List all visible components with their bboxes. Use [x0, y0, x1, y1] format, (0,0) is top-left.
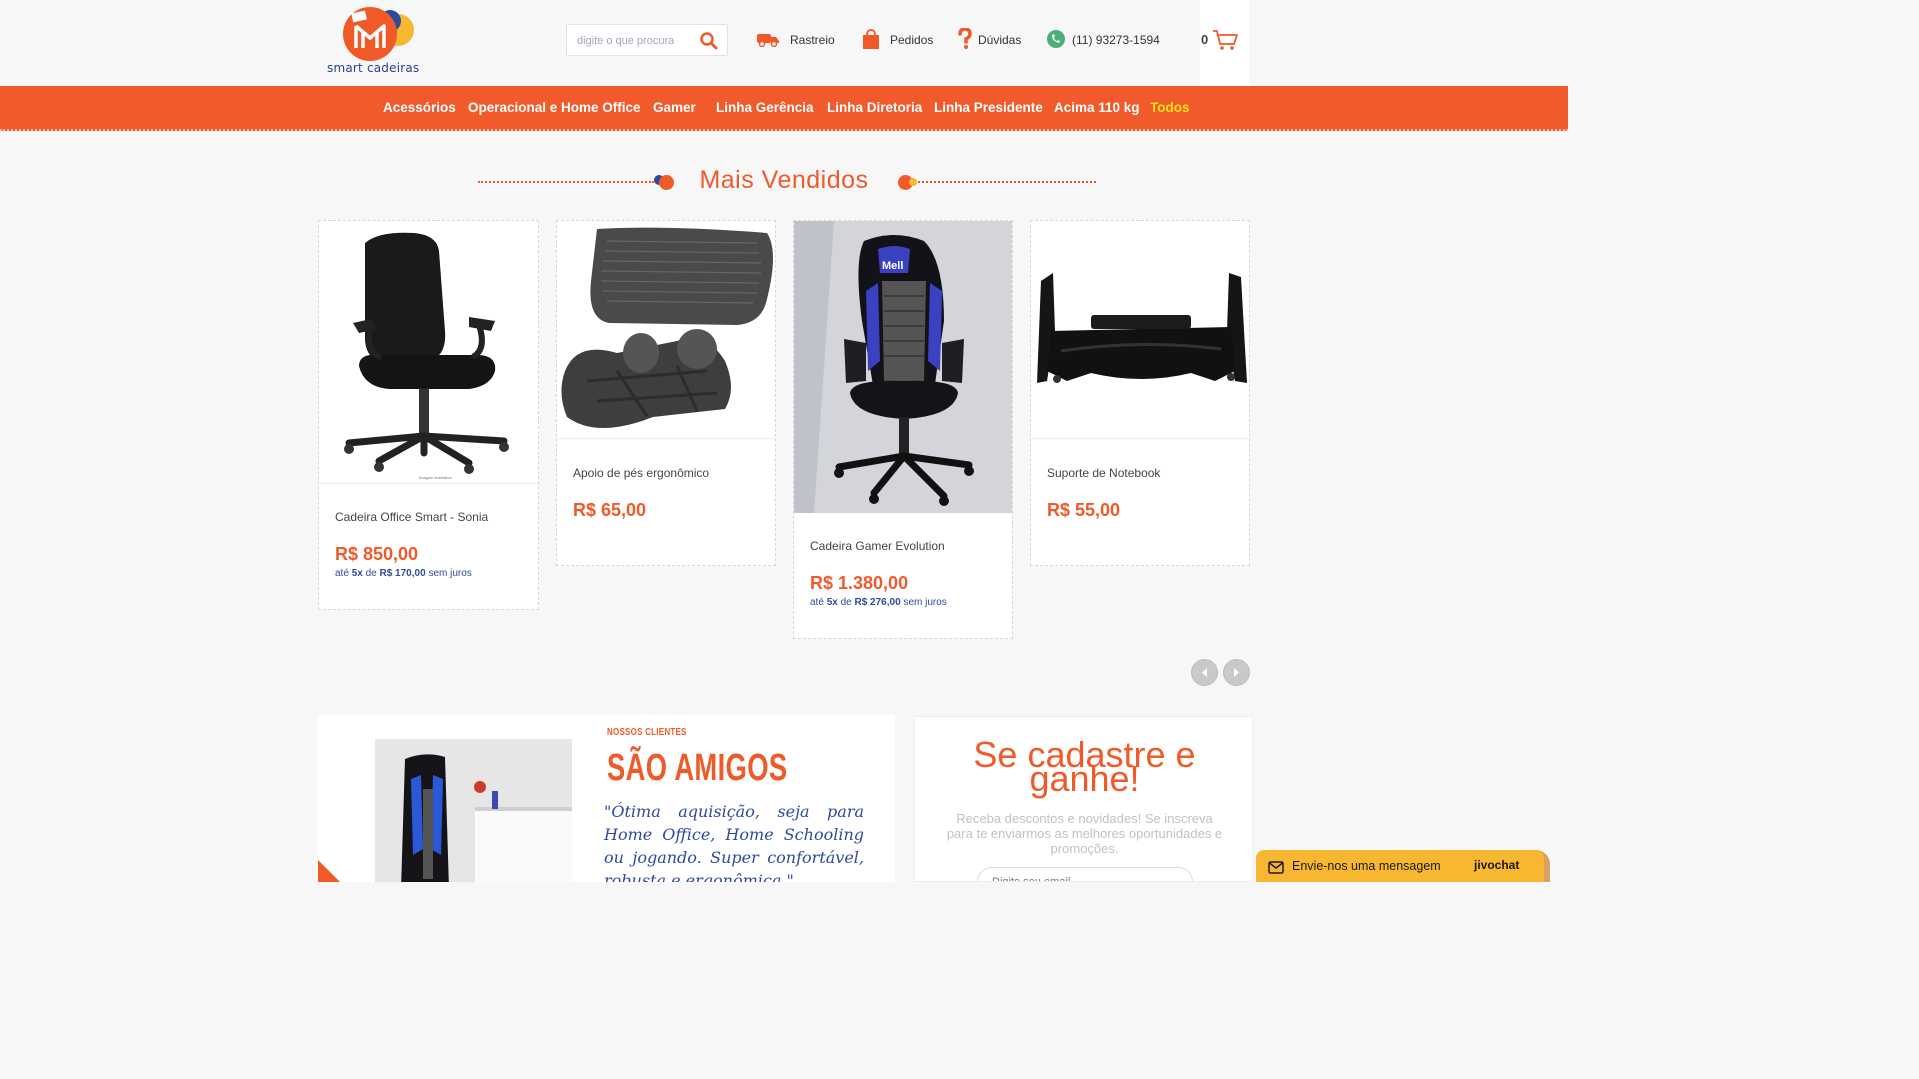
title-divider-right — [918, 181, 1096, 183]
nav-item-operacional[interactable]: Operacional e Home Office — [468, 100, 641, 115]
testimonial-quote: "Ótima aquisição, seja para Home Office,… — [604, 802, 864, 882]
main-nav: Acessórios Operacional e Home Office Gam… — [0, 86, 1568, 131]
testimonial-kicker: NOSSOS CLIENTES — [607, 727, 687, 738]
whatsapp-icon — [1046, 29, 1074, 52]
product-price: R$ 850,00 — [335, 544, 419, 564]
product-name[interactable]: Apoio de pés ergonômico — [573, 466, 709, 480]
nav-item-todos[interactable]: Todos — [1150, 100, 1190, 115]
product-price: R$ 55,00 — [1047, 500, 1121, 520]
chevron-right-icon — [1224, 668, 1249, 689]
carousel-next-button[interactable] — [1223, 659, 1250, 686]
product-image[interactable] — [1031, 221, 1249, 439]
orders-link[interactable]: Pedidos — [862, 28, 933, 52]
nav-item-presidente[interactable]: Linha Presidente — [934, 100, 1043, 115]
product-name[interactable]: Cadeira Gamer Evolution — [810, 539, 945, 553]
search-box — [566, 24, 728, 56]
image-caption: Mell — [882, 260, 903, 272]
product-card[interactable]: Mell Cadeira Gamer Evolution R$ 1.380,00… — [793, 220, 1013, 639]
testimonial-section: NOSSOS CLIENTES SÃO AMIGOS "Ótima aquisi… — [318, 715, 895, 882]
decor-triangle — [318, 860, 342, 882]
nav-item-acessorios[interactable]: Acessórios — [383, 100, 456, 115]
chat-widget[interactable]: Envie-nos uma mensagem jivochat — [1256, 850, 1544, 882]
product-card[interactable]: Imagem ilustrativa Cadeira Office Smart … — [318, 220, 539, 610]
testimonial-headline: SÃO AMIGOS — [607, 747, 788, 789]
product-price: R$ 1.380,00 — [810, 573, 909, 593]
nav-item-acima-110[interactable]: Acima 110 kg — [1054, 100, 1140, 115]
email-field[interactable] — [977, 867, 1193, 881]
orders-label: Pedidos — [890, 33, 934, 47]
chat-label: Envie-nos uma mensagem — [1292, 859, 1441, 873]
product-card[interactable]: Suporte de Notebook R$ 55,00 — [1030, 220, 1250, 566]
tracking-label: Rastreio — [790, 33, 835, 47]
carousel-prev-button[interactable] — [1191, 659, 1218, 686]
decor-dot — [909, 178, 917, 186]
cart-count: 0 — [1201, 32, 1209, 47]
cart-icon — [1212, 29, 1238, 55]
chevron-left-icon — [1192, 668, 1217, 689]
whatsapp-link[interactable]: (11) 93273-1594 — [1046, 28, 1160, 52]
signup-text: Receba descontos e novidades! Se inscrev… — [946, 811, 1223, 856]
newsletter-signup: Se cadastre e ganhe! Receba descontos e … — [914, 716, 1253, 882]
nav-item-gamer[interactable]: Gamer — [653, 100, 696, 115]
testimonial-photo — [375, 739, 572, 882]
shopping-bag-icon — [862, 28, 888, 53]
product-name[interactable]: Suporte de Notebook — [1047, 466, 1160, 480]
nav-item-gerencia[interactable]: Linha Gerência — [716, 100, 814, 115]
product-name[interactable]: Cadeira Office Smart - Sonia — [335, 510, 488, 524]
envelope-icon — [1268, 859, 1284, 878]
help-link[interactable]: Dúvidas — [958, 26, 1022, 53]
installment-info: até 5x de R$ 170,00 sem juros — [335, 568, 472, 579]
question-icon — [958, 26, 980, 53]
nav-item-diretoria[interactable]: Linha Diretoria — [827, 100, 922, 115]
tracking-link[interactable]: Rastreio — [756, 28, 835, 52]
chat-brand: jivochat — [1474, 858, 1520, 872]
image-caption: Imagem ilustrativa — [419, 475, 452, 480]
product-image[interactable]: Imagem ilustrativa — [319, 221, 538, 484]
product-card[interactable]: Apoio de pés ergonômico R$ 65,00 — [556, 220, 776, 566]
help-label: Dúvidas — [978, 33, 1022, 47]
installment-info: até 5x de R$ 276,00 sem juros — [810, 597, 947, 608]
product-price: R$ 65,00 — [573, 500, 647, 520]
truck-icon — [756, 31, 788, 50]
product-image[interactable] — [557, 221, 775, 439]
signup-title: Se cadastre e ganhe! — [973, 734, 1196, 799]
section-title: Mais Vendidos — [699, 166, 869, 194]
product-image[interactable]: Mell — [794, 221, 1012, 513]
search-icon[interactable] — [699, 31, 719, 51]
search-input[interactable] — [577, 31, 687, 51]
brand-name: smart cadeiras — [327, 61, 420, 75]
header: smart cadeiras Rastreio Pedidos Dúvidas … — [0, 0, 1568, 86]
phone-number: (11) 93273-1594 — [1072, 33, 1160, 47]
